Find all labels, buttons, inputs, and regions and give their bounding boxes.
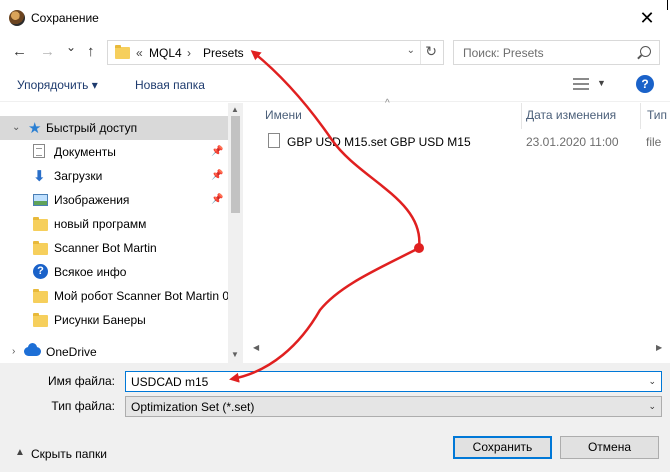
sidebar-item-documents[interactable]: Документы 📌 bbox=[0, 140, 228, 164]
navigation-bar: ← → ⌄ ↑ « MQL4 › Presets ⌄ ↻ Поиск: Pres… bbox=[0, 36, 670, 68]
folder-icon bbox=[33, 289, 48, 303]
sidebar-item-label: Быстрый доступ bbox=[46, 121, 138, 135]
sidebar-item-pictures[interactable]: Изображения 📌 bbox=[0, 188, 228, 212]
forward-arrow-icon[interactable]: → bbox=[40, 43, 55, 60]
chevron-down-icon[interactable]: ⌄ bbox=[648, 376, 656, 387]
sidebar-item-label: Загрузки bbox=[54, 169, 103, 183]
address-separator bbox=[420, 41, 421, 64]
window-title: Сохранение bbox=[31, 11, 99, 25]
scrollbar-thumb[interactable] bbox=[231, 116, 240, 213]
folder-icon bbox=[33, 313, 48, 327]
view-options-icon[interactable] bbox=[573, 77, 589, 91]
refresh-icon[interactable]: ↻ bbox=[425, 43, 437, 60]
command-toolbar: Упорядочить ▾ Новая папка ▼ ? bbox=[0, 68, 670, 102]
up-arrow-icon[interactable]: ↑ bbox=[87, 43, 95, 60]
breadcrumb-separator: › bbox=[187, 46, 191, 60]
folder-icon bbox=[115, 45, 130, 59]
sidebar-scrollbar[interactable]: ▲ ▼ bbox=[228, 103, 243, 363]
scroll-up-arrow-icon[interactable]: ▲ bbox=[231, 105, 239, 114]
cloud-icon bbox=[24, 343, 41, 356]
filename-label: Имя файла: bbox=[48, 374, 115, 388]
cancel-button[interactable]: Отмена bbox=[560, 436, 659, 459]
navigation-pane: ⌄ ★ Быстрый доступ Документы 📌 ⬇ Загрузк… bbox=[0, 103, 243, 363]
hide-folders-label: Скрыть папки bbox=[31, 447, 107, 461]
horizontal-scrollbar[interactable]: ◀ ▶ bbox=[243, 341, 670, 357]
help-icon[interactable]: ? bbox=[636, 75, 654, 93]
search-box[interactable]: Поиск: Presets bbox=[453, 40, 660, 65]
sidebar-item-label: OneDrive bbox=[46, 345, 97, 359]
filetype-value: Optimization Set (*.set) bbox=[131, 400, 255, 414]
back-arrow-icon[interactable]: ← bbox=[12, 43, 27, 60]
file-type: file bbox=[646, 135, 662, 149]
column-divider[interactable] bbox=[521, 103, 522, 129]
filename-value: USDCAD m15 bbox=[131, 375, 209, 389]
sidebar-item-my-robot[interactable]: Мой робот Scanner Bot Martin 0 bbox=[0, 284, 230, 308]
sidebar-item-label: Scanner Bot Martin bbox=[54, 241, 157, 255]
column-header-name[interactable]: Имени bbox=[265, 108, 302, 122]
pin-icon[interactable]: 📌 bbox=[211, 194, 223, 205]
column-header-type[interactable]: Тип bbox=[647, 108, 667, 122]
question-icon: ? bbox=[33, 264, 48, 279]
sidebar-item-downloads[interactable]: ⬇ Загрузки 📌 bbox=[0, 164, 228, 188]
chevron-right-icon[interactable]: › bbox=[12, 346, 15, 357]
sidebar-item-new-programs[interactable]: новый программ bbox=[0, 212, 228, 236]
breadcrumb-overflow[interactable]: « bbox=[136, 46, 143, 60]
file-icon bbox=[268, 133, 280, 148]
sidebar-item-quick-access[interactable]: ⌄ ★ Быстрый доступ bbox=[0, 116, 228, 140]
save-form: Имя файла: USDCAD m15 ⌄ Тип файла: Optim… bbox=[0, 363, 670, 472]
sidebar-item-label: Всякое инфо bbox=[54, 265, 127, 279]
column-header-date[interactable]: Дата изменения bbox=[526, 108, 616, 122]
sidebar-item-label: новый программ bbox=[54, 217, 147, 231]
sidebar-item-label: Рисунки Банеры bbox=[54, 313, 146, 327]
sort-ascending-icon: ^ bbox=[385, 98, 390, 109]
chevron-down-icon[interactable]: ⌄ bbox=[12, 122, 20, 133]
close-button[interactable]: ✕ bbox=[624, 0, 670, 36]
pin-icon[interactable]: 📌 bbox=[211, 170, 223, 181]
chevron-down-icon[interactable]: ⌄ bbox=[648, 401, 656, 412]
filetype-label: Тип файла: bbox=[51, 399, 115, 413]
view-dropdown-icon[interactable]: ▼ bbox=[597, 78, 606, 88]
sidebar-item-label: Изображения bbox=[54, 193, 130, 207]
file-name: GBP USD M15.set GBP USD M15 bbox=[287, 135, 471, 149]
scroll-right-arrow-icon[interactable]: ▶ bbox=[656, 343, 662, 352]
file-list: ^ Имени Дата изменения Тип GBP USD M15.s… bbox=[243, 98, 670, 363]
breadcrumb-presets[interactable]: Presets bbox=[203, 46, 244, 60]
column-divider[interactable] bbox=[640, 103, 641, 129]
scroll-down-arrow-icon[interactable]: ▼ bbox=[231, 350, 239, 359]
new-folder-button[interactable]: Новая папка bbox=[135, 78, 205, 92]
sidebar-item-scanner-bot[interactable]: Scanner Bot Martin bbox=[0, 236, 228, 260]
pictures-icon bbox=[33, 194, 48, 206]
download-icon: ⬇ bbox=[33, 168, 46, 185]
file-row[interactable]: GBP USD M15.set GBP USD M15 23.01.2020 1… bbox=[263, 132, 662, 152]
search-icon bbox=[640, 46, 651, 57]
star-icon: ★ bbox=[28, 120, 42, 137]
scroll-left-arrow-icon[interactable]: ◀ bbox=[253, 343, 259, 352]
sidebar-item-banner-pictures[interactable]: Рисунки Банеры bbox=[0, 308, 228, 332]
file-date: 23.01.2020 11:00 bbox=[526, 135, 619, 149]
pin-icon[interactable]: 📌 bbox=[211, 146, 223, 157]
documents-icon bbox=[33, 144, 45, 158]
search-placeholder: Поиск: Presets bbox=[463, 46, 544, 60]
sidebar-item-label: Мой робот Scanner Bot Martin 0 bbox=[54, 289, 230, 303]
title-bar: Сохранение ✕ bbox=[0, 0, 670, 36]
address-bar[interactable]: « MQL4 › Presets ⌄ ↻ bbox=[107, 40, 444, 65]
sidebar-item-misc-info[interactable]: ? Всякое инфо bbox=[0, 260, 228, 284]
filename-input[interactable]: USDCAD m15 ⌄ bbox=[125, 371, 662, 392]
folder-icon bbox=[33, 217, 48, 231]
caret-up-icon: ▲ bbox=[15, 447, 25, 458]
sidebar-item-onedrive[interactable]: › OneDrive bbox=[0, 340, 228, 363]
window-edge bbox=[667, 0, 668, 10]
save-button[interactable]: Сохранить bbox=[453, 436, 552, 459]
recent-locations-chevron-icon[interactable]: ⌄ bbox=[66, 40, 76, 54]
sidebar-item-label: Документы bbox=[54, 145, 116, 159]
breadcrumb-mql4[interactable]: MQL4 bbox=[149, 46, 182, 60]
folder-icon bbox=[33, 241, 48, 255]
app-icon bbox=[9, 10, 25, 26]
address-dropdown-icon[interactable]: ⌄ bbox=[407, 45, 415, 56]
organize-button[interactable]: Упорядочить ▾ bbox=[17, 78, 98, 92]
filetype-select[interactable]: Optimization Set (*.set) ⌄ bbox=[125, 396, 662, 417]
